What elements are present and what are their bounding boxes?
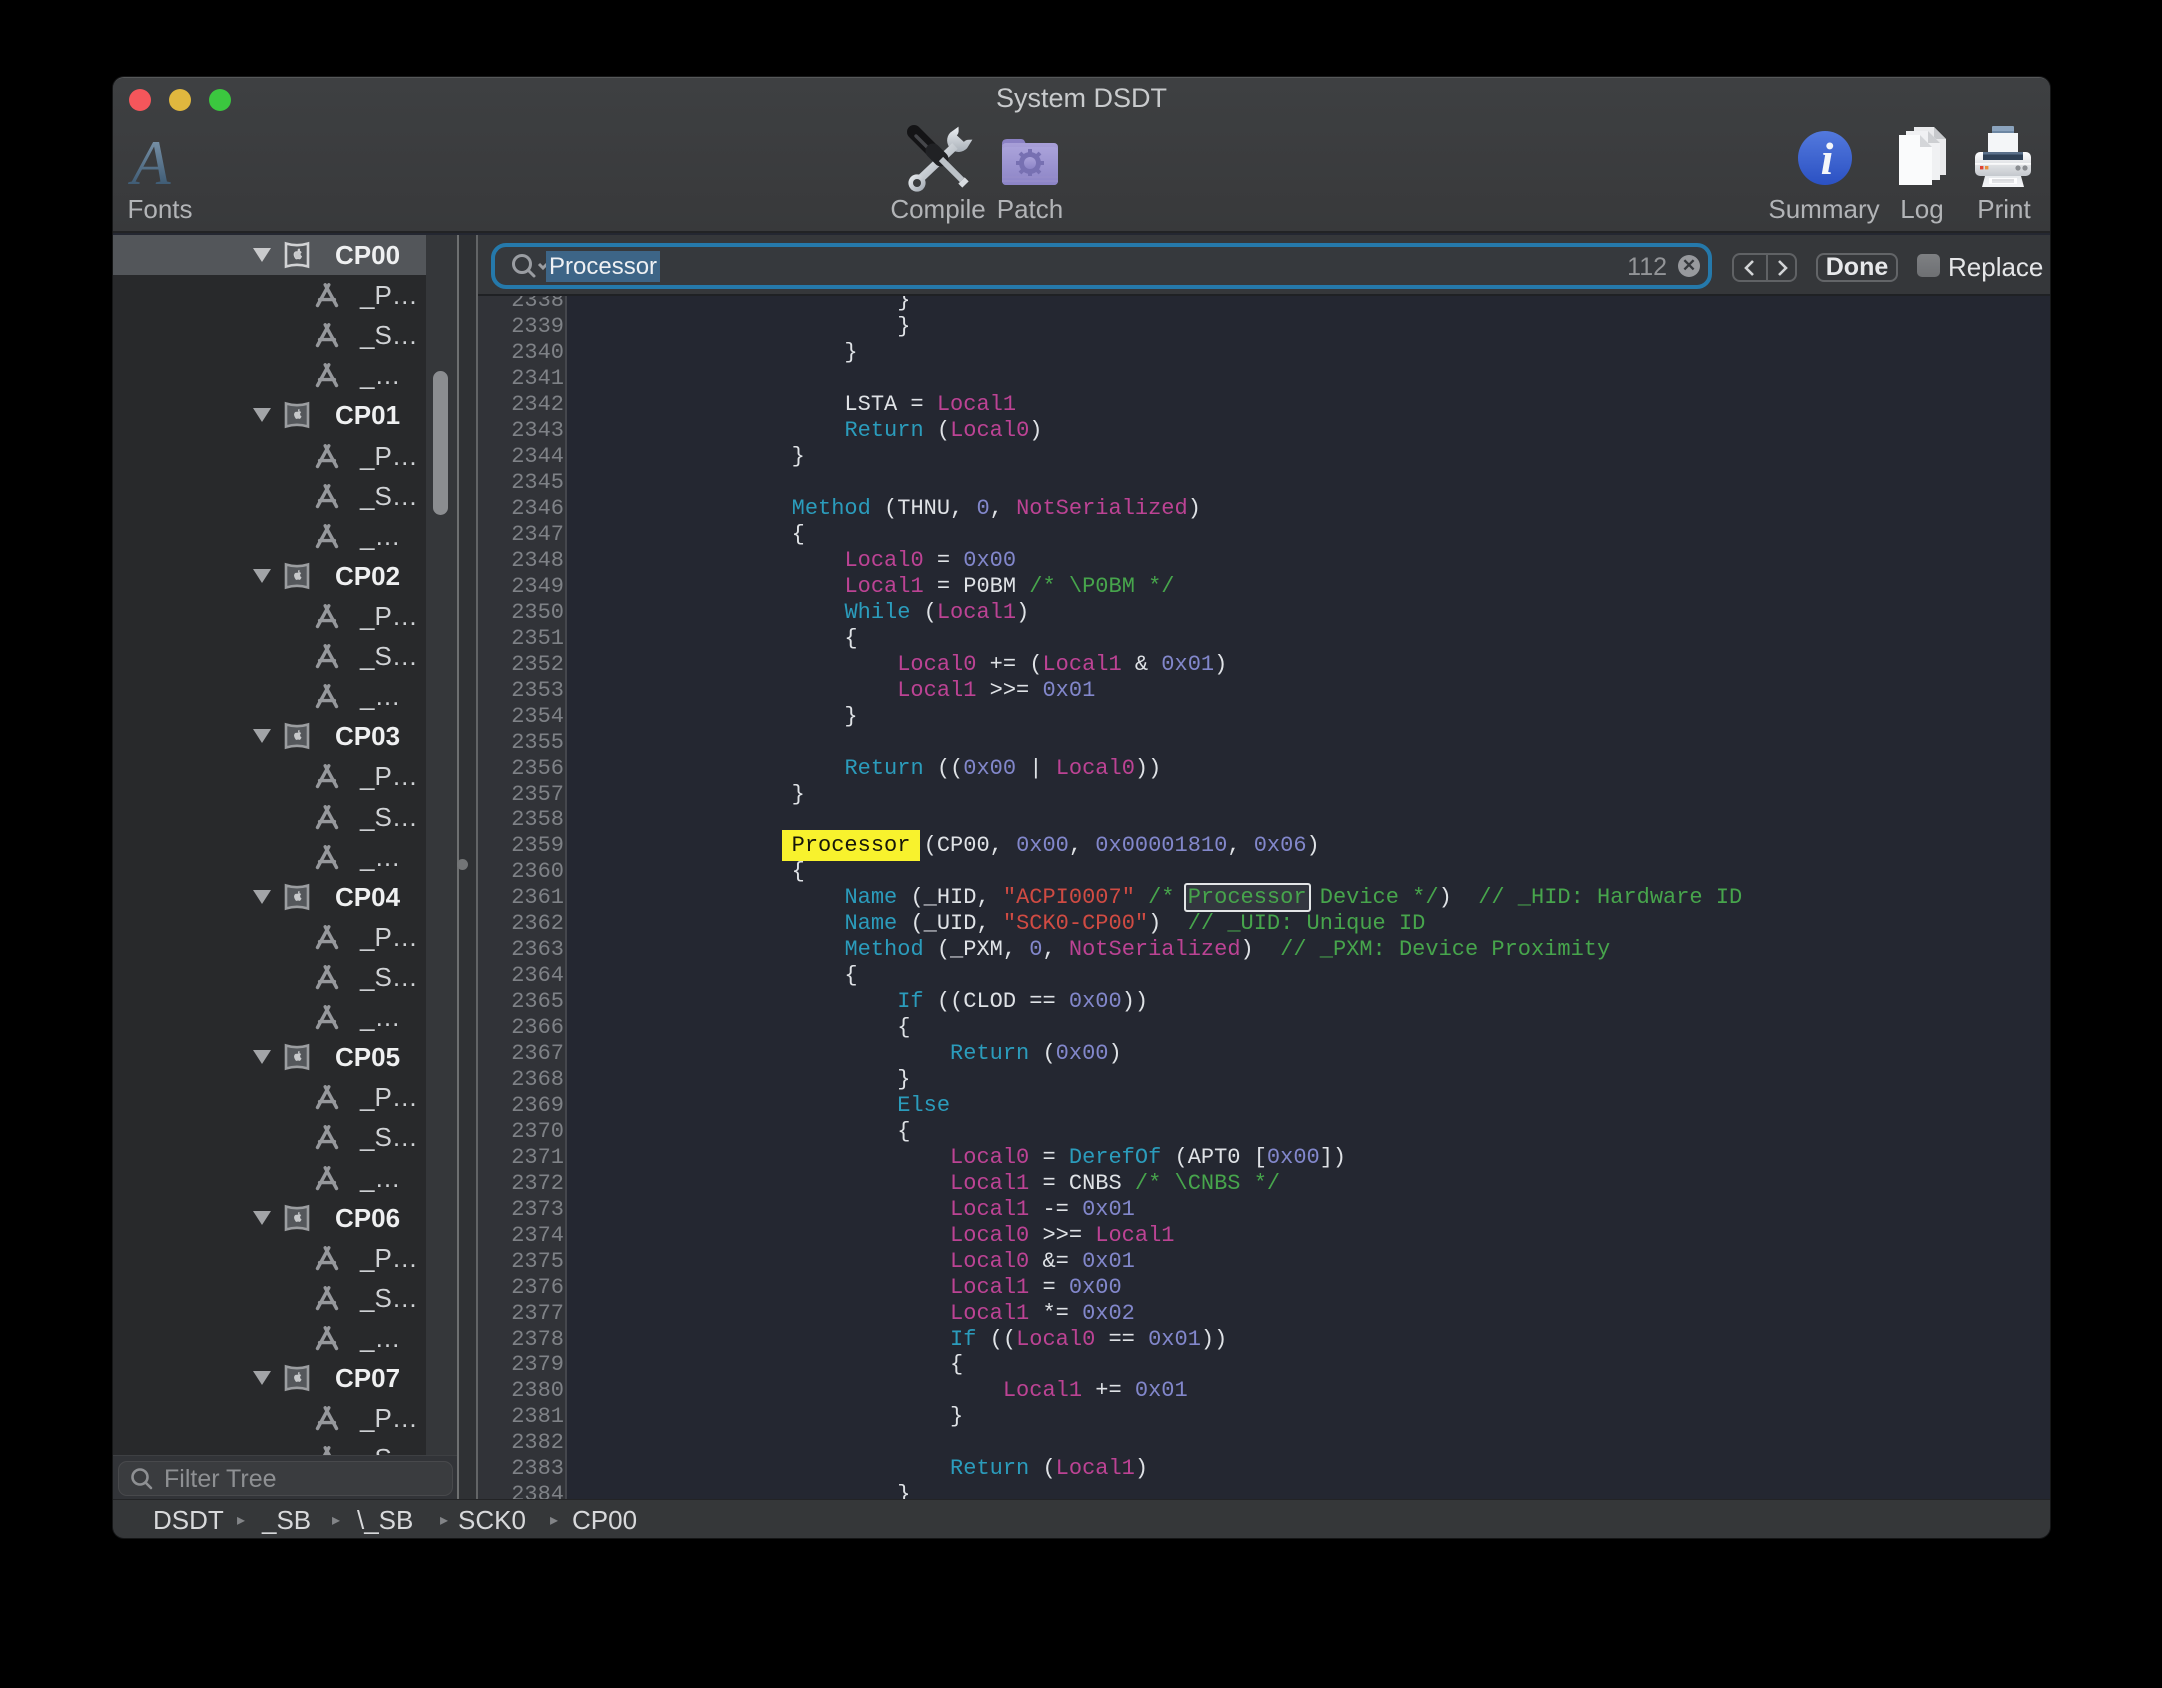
svg-text:A: A	[127, 128, 171, 198]
svg-text:i: i	[1821, 133, 1834, 184]
